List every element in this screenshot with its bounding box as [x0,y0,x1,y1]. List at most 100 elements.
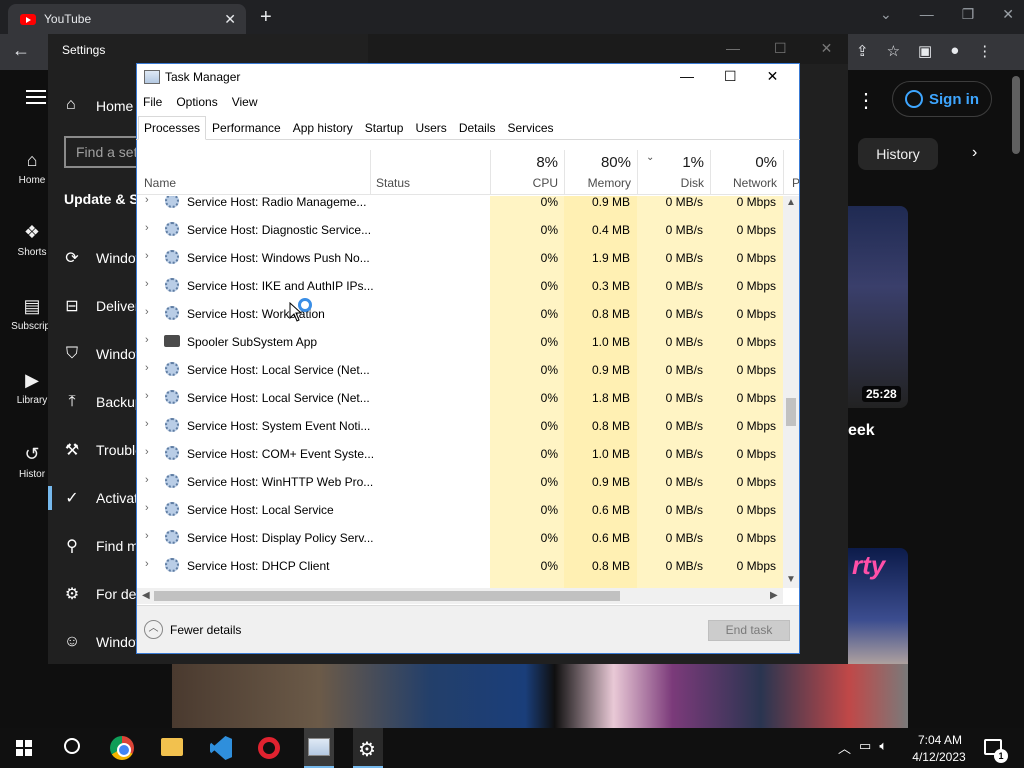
expand-chevron-icon[interactable]: › [145,558,149,570]
more-options-icon[interactable]: ⋮ [856,88,876,113]
column-header-power[interactable]: P [792,176,800,190]
expand-chevron-icon[interactable]: › [145,334,149,346]
close-icon[interactable]: ✕ [821,40,833,57]
settings-item-windows-security[interactable]: ⛉Windows Security [48,340,138,368]
network-icon[interactable]: ▭ [859,738,871,757]
column-header-network[interactable]: 0% Network [710,150,783,195]
tab-performance[interactable]: Performance [206,116,287,140]
settings-search-input[interactable]: Find a setting [64,136,138,168]
expand-chevron-icon[interactable]: › [145,390,149,402]
expand-chevron-icon[interactable]: › [145,306,149,318]
sidepanel-icon[interactable]: ▣ [918,42,932,60]
table-row[interactable]: › Service Host: Local Service (Net... 0% 1.… [137,384,783,412]
settings-item-find-my-device[interactable]: ⚲Find my device [48,532,138,560]
expand-chevron-icon[interactable]: › [145,474,149,486]
table-row[interactable]: › Service Host: COM+ Event Syste... 0% 1.0 … [137,440,783,468]
video-thumbnail[interactable] [848,206,908,408]
menu-view[interactable]: View [232,95,258,109]
column-header-status[interactable]: Status [376,176,410,190]
column-header-name[interactable]: Name [144,176,176,190]
column-header-memory[interactable]: 80% Memory [564,150,637,195]
tab-close-icon[interactable]: ✕ [224,11,236,28]
clock-time[interactable]: 7:04 AM [910,733,970,747]
settings-item-backup[interactable]: ⤒Backup [48,388,138,416]
table-row[interactable]: › Service Host: IKE and AuthIP IPs... 0% 0.… [137,272,783,300]
maximize-icon[interactable]: ☐ [724,68,737,85]
minimize-icon[interactable]: — [920,6,934,23]
settings-item-troubleshoot[interactable]: ⚒Troubleshoot [48,436,138,464]
expand-chevron-icon[interactable]: › [145,502,149,514]
video-title[interactable]: eek [848,422,875,440]
settings-item-activation[interactable]: ✓Activation [48,484,138,512]
column-header-cpu[interactable]: 8% CPU [490,150,564,195]
settings-item-delivery-optimization[interactable]: ⊟Delivery Optimization [48,292,138,320]
table-row[interactable]: › Service Host: Workstation 0% 0.8 MB 0 MB/s… [137,300,783,328]
settings-home-link[interactable]: Home [96,98,133,114]
table-row[interactable]: › Service Host: Radio Manageme... 0% 0.9 MB… [137,196,783,216]
close-icon[interactable]: ✕ [767,68,779,85]
table-row[interactable]: › Spooler SubSystem App 0% 1.0 MB 0 MB/s 0 Mb… [137,328,783,356]
vertical-scrollbar[interactable] [783,196,799,588]
minimize-icon[interactable]: — [680,68,694,85]
minimize-icon[interactable]: — [726,40,740,57]
file-explorer-icon[interactable] [161,738,183,756]
opera-icon[interactable] [258,737,280,759]
video-thumbnail-row[interactable] [172,664,908,728]
chevron-up-icon[interactable]: ︿ [144,620,163,639]
table-row[interactable]: › Service Host: Diagnostic Service... 0% 0.… [137,216,783,244]
expand-chevron-icon[interactable]: › [145,362,149,374]
table-row[interactable]: › Service Host: WinHTTP Web Pro... 0% 0.9 M… [137,468,783,496]
table-row[interactable]: › Service Host: Display Policy Serv... 0% 0… [137,524,783,552]
vertical-scroll-thumb[interactable] [786,398,796,426]
scroll-right-icon[interactable]: ▶ [770,590,778,601]
search-icon[interactable] [64,738,80,754]
table-row[interactable]: › Service Host: System Event Noti... 0% 0.8… [137,412,783,440]
hamburger-menu-icon[interactable] [26,90,46,104]
table-row[interactable]: › Service Host: DHCP Client 0% 0.8 MB 0 MB/s… [137,552,783,580]
scroll-left-icon[interactable]: ◀ [142,590,150,601]
horizontal-scroll-thumb[interactable] [154,591,620,601]
table-row[interactable]: › Service Host: Windows Push No... 0% 1.9 M… [137,244,783,272]
chevron-down-icon[interactable]: ⌄ [880,6,892,23]
clock-date[interactable]: 4/12/2023 [906,750,972,764]
history-chip[interactable]: History [858,138,938,170]
tab-startup[interactable]: Startup [358,116,410,140]
sign-in-button[interactable]: Sign in [892,81,992,117]
close-icon[interactable]: ✕ [1002,6,1014,23]
chevron-right-icon[interactable]: › [972,144,977,162]
settings-item-for-developers[interactable]: ⚙For developers [48,580,138,608]
end-task-button[interactable]: End task [708,620,790,641]
expand-chevron-icon[interactable]: › [145,222,149,234]
tab-services[interactable]: Services [501,116,560,140]
page-scrollbar[interactable] [1012,76,1020,154]
menu-dots-icon[interactable]: ⋮ [977,42,992,60]
star-icon[interactable]: ☆ [887,42,900,60]
browser-tab-youtube[interactable]: YouTube ✕ [8,4,246,34]
chevron-up-icon[interactable]: ︿ [838,738,851,757]
expand-chevron-icon[interactable]: › [145,446,149,458]
table-row[interactable]: › Service Host: Local Service (Net... 0% 0.… [137,356,783,384]
expand-chevron-icon[interactable]: › [145,278,149,290]
scroll-down-icon[interactable]: ▼ [786,574,796,585]
menu-file[interactable]: File [143,95,162,109]
settings-item-windows-insider[interactable]: ☺Windows Insider Program [48,628,138,656]
back-arrow-icon[interactable]: ← [12,40,30,61]
column-header-disk[interactable]: 1% Disk [637,150,710,195]
start-windows-icon[interactable] [16,740,32,756]
maximize-icon[interactable]: ☐ [774,40,787,57]
tab-details[interactable]: Details [452,116,502,140]
menu-options[interactable]: Options [176,95,217,109]
profile-icon[interactable]: ● [950,42,959,60]
tab-processes[interactable]: Processes [138,116,207,140]
scroll-up-icon[interactable]: ▲ [786,197,796,208]
restore-icon[interactable]: ❐ [962,6,975,23]
fewer-details-button[interactable]: Fewer details [170,623,241,637]
tab-users[interactable]: Users [409,116,453,140]
settings-item-windows-update[interactable]: ⟳Windows Update [48,244,138,272]
chrome-icon[interactable] [110,736,134,760]
new-tab-button[interactable]: + [260,6,272,29]
expand-chevron-icon[interactable]: › [145,250,149,262]
share-icon[interactable]: ⇪ [856,42,869,60]
expand-chevron-icon[interactable]: › [145,196,149,206]
expand-chevron-icon[interactable]: › [145,530,149,542]
